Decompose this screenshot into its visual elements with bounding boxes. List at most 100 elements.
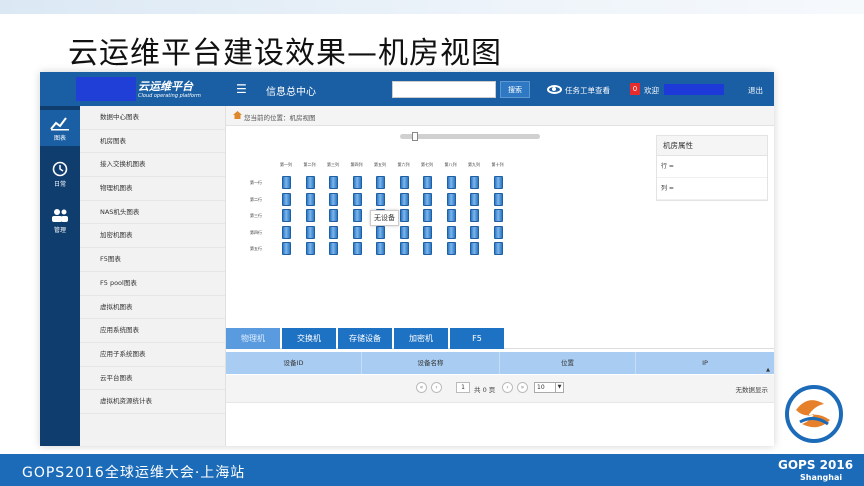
rack-cabinet[interactable] xyxy=(493,242,503,255)
next-page-button[interactable]: › xyxy=(502,382,513,393)
prev-page-button[interactable]: ‹ xyxy=(431,382,442,393)
menu-item-app-system[interactable]: 应用系统图表 xyxy=(80,319,225,343)
rack-cabinet[interactable] xyxy=(493,176,503,189)
rack-cabinet[interactable] xyxy=(282,176,291,189)
menu-icon[interactable]: ☰ xyxy=(236,82,247,96)
search-input[interactable] xyxy=(392,81,496,98)
rack-cabinet[interactable] xyxy=(399,242,409,255)
rack-cabinet[interactable] xyxy=(493,192,503,206)
rack-cabinet[interactable] xyxy=(399,209,409,222)
menu-item-encryptor[interactable]: 加密机图表 xyxy=(80,224,225,249)
rack-cabinet[interactable] xyxy=(423,192,432,206)
props-title: 机房属性 xyxy=(657,136,767,156)
rack-cabinet[interactable] xyxy=(399,192,409,206)
column-header-ip[interactable]: IP ▲ xyxy=(636,352,774,374)
rail-item-manage[interactable]: 管理 xyxy=(40,202,80,238)
first-page-button[interactable]: « xyxy=(416,382,427,393)
tab-physical[interactable]: 物理机 xyxy=(226,328,280,349)
rack-cabinet[interactable] xyxy=(305,242,315,255)
rack-cabinet[interactable] xyxy=(282,225,291,239)
menu-item-physical[interactable]: 物理机图表 xyxy=(80,177,225,201)
rack-cabinet[interactable] xyxy=(399,176,409,189)
rack-cabinet[interactable] xyxy=(352,209,362,222)
rail-item-daily[interactable]: 日常 xyxy=(40,156,80,192)
rack-cabinet[interactable] xyxy=(446,242,456,255)
rack-cabinet[interactable] xyxy=(423,242,432,255)
column-header-name[interactable]: 设备名称 xyxy=(362,352,500,374)
rack-cabinet[interactable] xyxy=(376,225,385,239)
rack-cabinet[interactable] xyxy=(352,225,362,239)
zoom-slider-handle[interactable] xyxy=(412,132,418,141)
rack-cabinet[interactable] xyxy=(329,225,338,239)
rack-cabinet[interactable] xyxy=(329,209,338,222)
rack-cabinet[interactable] xyxy=(470,225,479,239)
rack-cabinet[interactable] xyxy=(282,209,291,222)
notification-badge[interactable]: 0 xyxy=(630,83,640,95)
rack-cabinet[interactable] xyxy=(376,192,385,206)
slide-title: 云运维平台建设效果—机房视图 xyxy=(68,36,502,71)
menu-item-vm-stats[interactable]: 虚拟机资源统计表 xyxy=(80,390,225,414)
rack-cabinet[interactable] xyxy=(282,192,291,206)
rack-cabinet[interactable] xyxy=(352,192,362,206)
rack-cabinet[interactable] xyxy=(352,242,362,255)
rack-cabinet[interactable] xyxy=(446,192,456,206)
menu-item-app-subsystem[interactable]: 应用子系统图表 xyxy=(80,343,225,367)
rack-cabinet[interactable] xyxy=(329,192,338,206)
rack-cabinet[interactable] xyxy=(329,176,338,189)
rack-cabinet[interactable] xyxy=(423,176,432,189)
tab-encryptor[interactable]: 加密机 xyxy=(394,328,448,349)
rail-item-chart[interactable]: 图表 xyxy=(40,110,80,146)
logo-mask xyxy=(76,77,136,101)
search-button[interactable]: 搜索 xyxy=(500,81,530,98)
rack-cabinet[interactable] xyxy=(446,225,456,239)
info-center-link[interactable]: 信息总中心 xyxy=(266,83,316,98)
rack-cabinet[interactable] xyxy=(470,242,479,255)
slide-top-band xyxy=(0,0,864,14)
room-rack-grid: 第一列 第二列 第三列 第四列 第五列 第六列 第七列 第八列 第九列 第十列 第一行 第二行 第三行第… xyxy=(226,156,646,266)
gops-city: Shanghai xyxy=(800,473,843,482)
eye-icon[interactable] xyxy=(547,85,562,94)
logout-button[interactable]: 退出 xyxy=(748,85,763,96)
rack-cabinet[interactable] xyxy=(305,192,315,206)
home-icon[interactable] xyxy=(233,111,242,119)
zoom-slider-track[interactable] xyxy=(400,134,540,139)
rack-cabinet[interactable] xyxy=(305,176,315,189)
rack-row-label: 第五行 xyxy=(250,246,262,251)
last-page-button[interactable]: » xyxy=(517,382,528,393)
rack-cabinet[interactable] xyxy=(423,209,432,222)
page-size-select[interactable]: 10 ▼ xyxy=(534,382,564,393)
menu-item-f5[interactable]: F5图表 xyxy=(80,248,225,272)
rack-cabinet[interactable] xyxy=(282,242,291,255)
rack-cabinet[interactable] xyxy=(470,209,479,222)
rack-cabinet[interactable] xyxy=(470,192,479,206)
menu-item-room[interactable]: 机房图表 xyxy=(80,130,225,154)
rack-cabinet[interactable] xyxy=(493,209,503,222)
rack-cabinet[interactable] xyxy=(305,225,315,239)
rack-cabinet[interactable] xyxy=(493,225,503,239)
rail-label: 图表 xyxy=(53,135,66,142)
tab-storage[interactable]: 存储设备 xyxy=(338,328,392,349)
tab-switch[interactable]: 交换机 xyxy=(282,328,336,349)
column-header-id[interactable]: 设备ID xyxy=(226,352,362,374)
rack-cabinet[interactable] xyxy=(329,242,338,255)
rack-cabinet[interactable] xyxy=(399,225,409,239)
column-header-ip-label: IP xyxy=(702,359,708,367)
rack-cabinet[interactable] xyxy=(352,176,362,189)
page-number-input[interactable]: 1 xyxy=(456,382,470,393)
rack-cabinet[interactable] xyxy=(446,209,456,222)
menu-item-cloud[interactable]: 云平台图表 xyxy=(80,367,225,391)
menu-item-vm[interactable]: 虚拟机图表 xyxy=(80,296,225,320)
tab-f5[interactable]: F5 xyxy=(450,328,504,349)
rack-cabinet[interactable] xyxy=(470,176,479,189)
column-header-location[interactable]: 位置 xyxy=(500,352,636,374)
rack-cabinet[interactable] xyxy=(376,176,385,189)
menu-item-datacenter[interactable]: 数据中心图表 xyxy=(80,106,225,130)
menu-item-access-switch[interactable]: 接入交换机图表 xyxy=(80,153,225,178)
menu-item-nas[interactable]: NAS机头图表 xyxy=(80,201,225,225)
task-view-link[interactable]: 任务工单查看 xyxy=(565,85,610,96)
rack-cabinet[interactable] xyxy=(376,242,385,255)
rack-cabinet[interactable] xyxy=(305,209,315,222)
rack-cabinet[interactable] xyxy=(446,176,456,189)
rack-cabinet[interactable] xyxy=(423,225,432,239)
menu-item-f5-pool[interactable]: F5 pool图表 xyxy=(80,272,225,296)
